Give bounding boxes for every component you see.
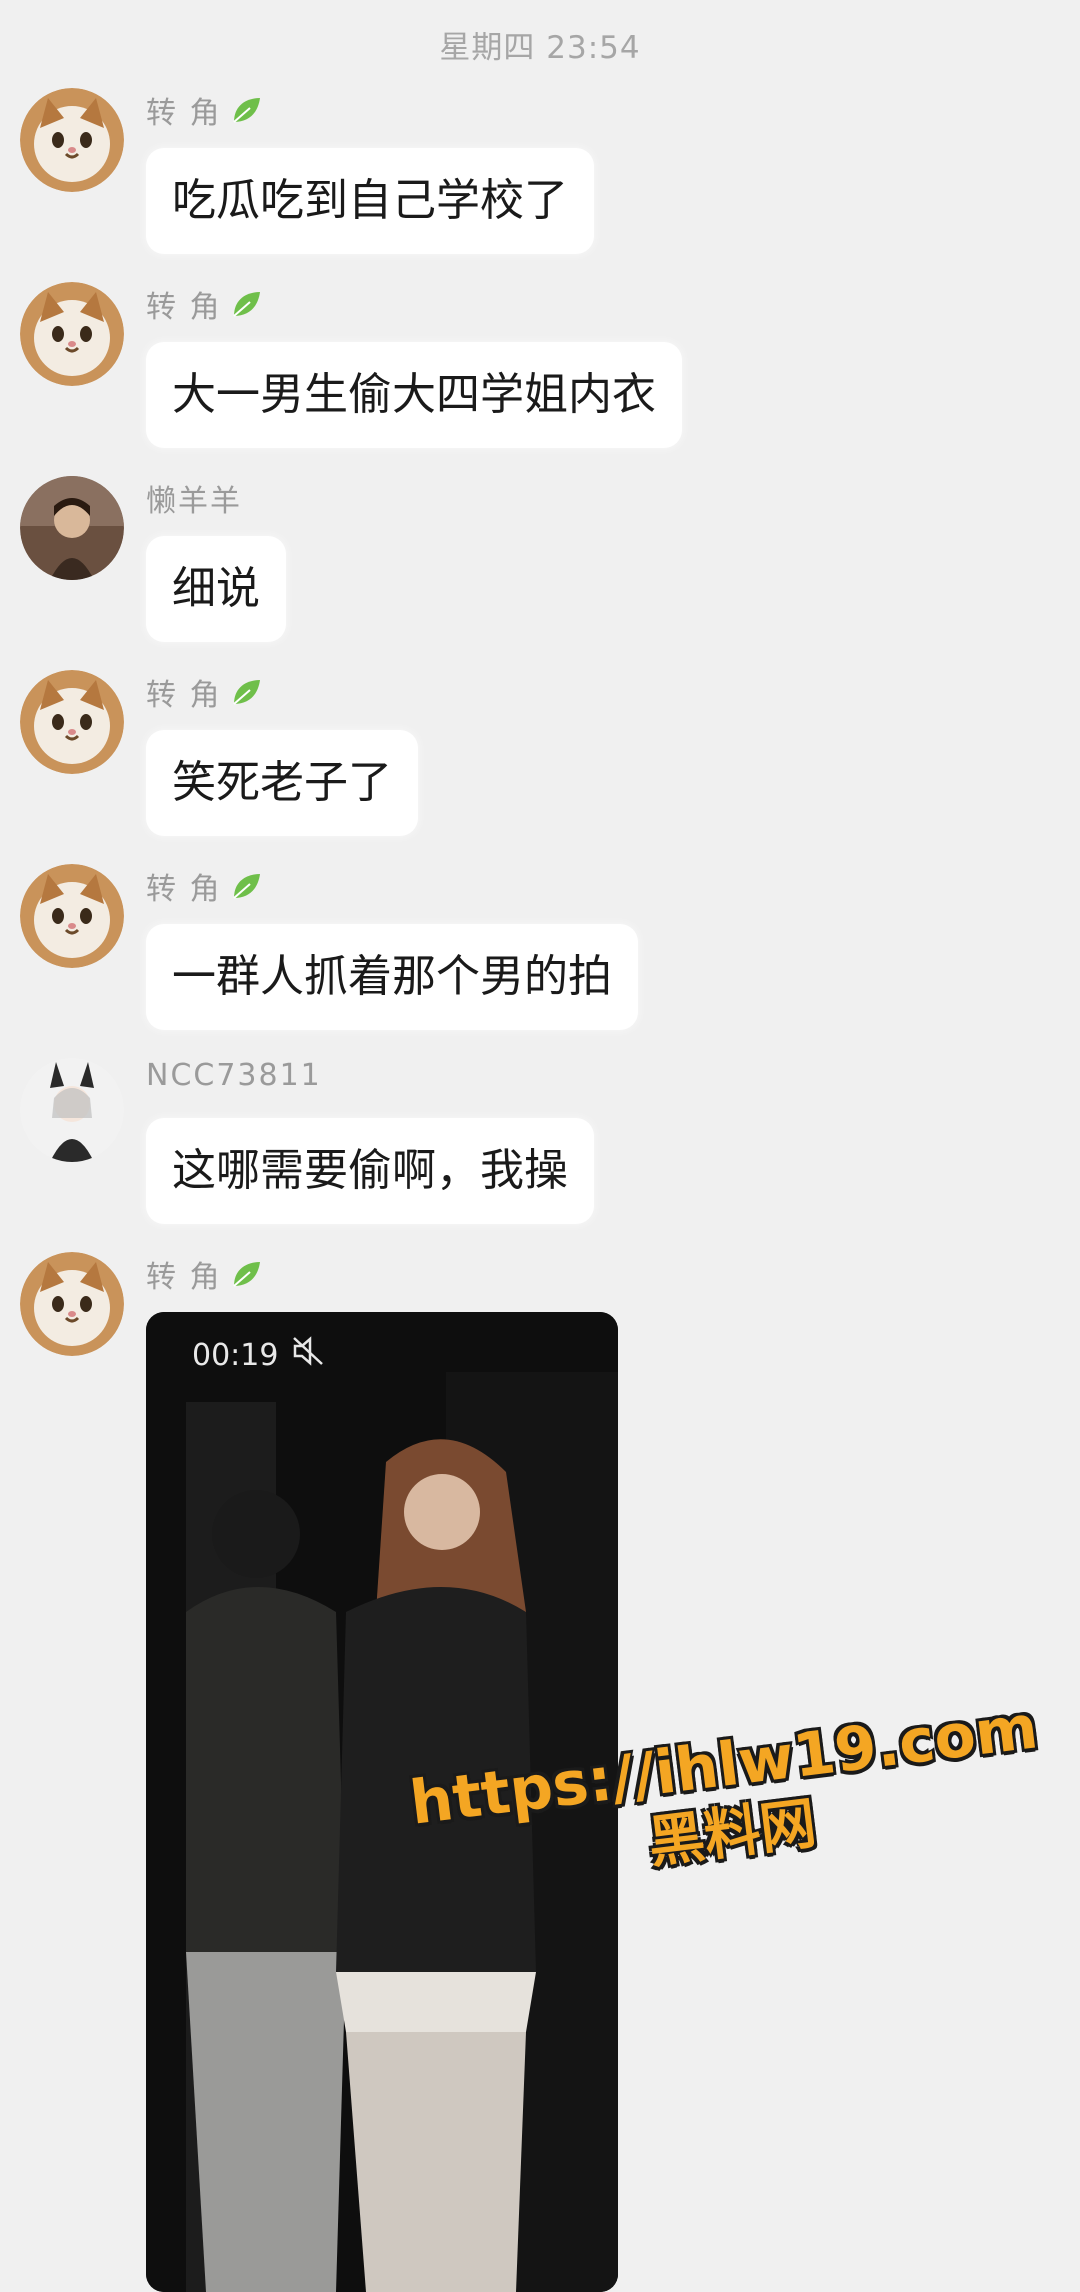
- message-bubble[interactable]: 笑死老子了: [146, 730, 418, 836]
- cat-avatar[interactable]: [20, 88, 124, 192]
- sender-name: 转 角: [146, 1252, 264, 1296]
- cat-avatar[interactable]: [20, 1252, 124, 1356]
- message-bubble[interactable]: 这哪需要偷啊，我操: [146, 1118, 594, 1224]
- sender-name: 懒羊羊: [146, 484, 242, 519]
- muted-speaker-icon[interactable]: [292, 1336, 326, 1374]
- cat-avatar[interactable]: [20, 282, 124, 386]
- sender-name: 转 角: [146, 864, 264, 908]
- leaf-badge-icon: [228, 1256, 264, 1292]
- sender-name: 转 角: [146, 670, 264, 714]
- video-duration: 00:19: [192, 1336, 326, 1374]
- chat-timestamp: 星期四 23:54: [439, 30, 641, 66]
- message-bubble[interactable]: 细说: [146, 536, 286, 642]
- leaf-badge-icon: [228, 92, 264, 128]
- message-bubble[interactable]: 吃瓜吃到自己学校了: [146, 148, 594, 254]
- sender-name: NCC73811: [146, 1058, 322, 1093]
- person-avatar[interactable]: [20, 476, 124, 580]
- cat-avatar[interactable]: [20, 864, 124, 968]
- sender-name: 转 角: [146, 282, 264, 326]
- sender-name: 转 角: [146, 88, 264, 132]
- anime-avatar[interactable]: [20, 1058, 124, 1162]
- cat-avatar[interactable]: [20, 670, 124, 774]
- leaf-badge-icon: [228, 674, 264, 710]
- message-bubble[interactable]: 大一男生偷大四学姐内衣: [146, 342, 682, 448]
- leaf-badge-icon: [228, 868, 264, 904]
- message-bubble[interactable]: 一群人抓着那个男的拍: [146, 924, 638, 1030]
- leaf-badge-icon: [228, 286, 264, 322]
